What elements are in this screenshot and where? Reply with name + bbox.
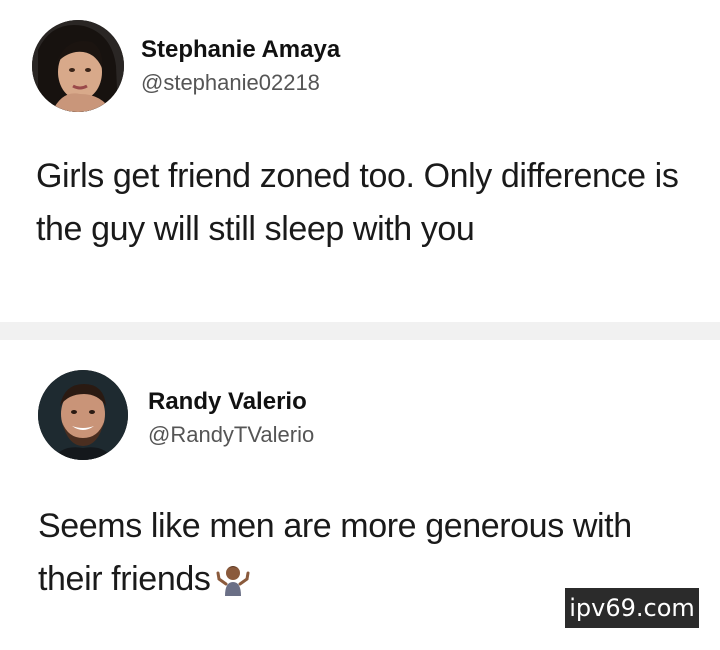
author-handle[interactable]: @RandyTValerio	[148, 422, 314, 448]
watermark: ipv69.com	[565, 588, 699, 628]
tweet-text: Girls get friend zoned too. Only differe…	[36, 157, 679, 248]
author-name[interactable]: Stephanie Amaya	[141, 36, 340, 64]
avatar[interactable]	[32, 20, 124, 112]
author-name[interactable]: Randy Valerio	[148, 388, 307, 416]
avatar[interactable]	[38, 370, 128, 460]
tweet-text-content: Seems like men are more generous with th…	[38, 507, 632, 598]
author-handle[interactable]: @stephanie02218	[141, 70, 320, 96]
person-shrugging-emoji-icon	[216, 559, 250, 612]
tweet-card-stephanie[interactable]: Stephanie Amaya @stephanie02218 Girls ge…	[0, 0, 720, 322]
